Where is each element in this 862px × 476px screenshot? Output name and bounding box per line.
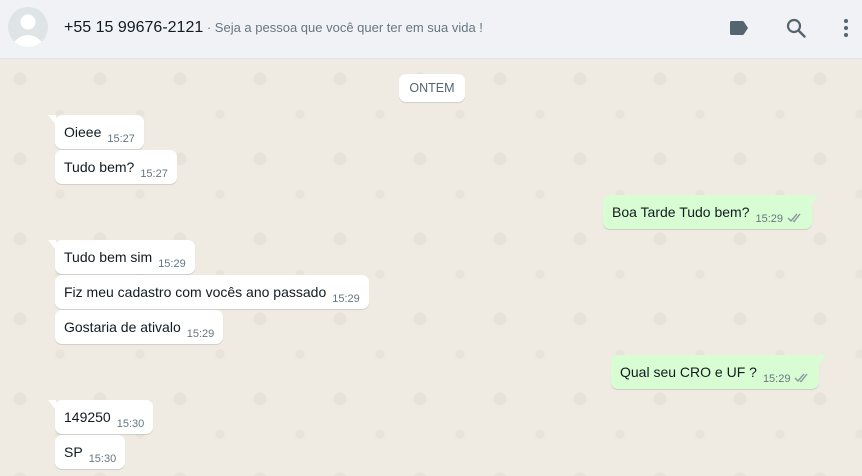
message-incoming[interactable]: 149250 15:30 — [48, 400, 154, 434]
message-text: Boa Tarde Tudo bem? — [612, 204, 750, 220]
message-incoming[interactable]: Oieee 15:27 — [48, 115, 144, 149]
contact-phone: +55 15 99676-2121 — [64, 19, 204, 36]
message-time: 15:29 — [755, 213, 784, 225]
search-icon[interactable] — [784, 16, 808, 40]
message-time: 15:29 — [186, 328, 215, 340]
message-text: Oieee — [64, 124, 102, 140]
message-outgoing[interactable]: Boa Tarde Tudo bem? 15:29 — [603, 195, 820, 229]
double-check-icon — [794, 373, 809, 383]
chat-header: +55 15 99676-2121 · Seja a pessoa que vo… — [0, 0, 862, 59]
menu-icon[interactable] — [834, 16, 858, 40]
message-incoming[interactable]: Fiz meu cadastro com vocês ano passado 15… — [55, 275, 369, 309]
message-incoming[interactable]: Tudo bem? 15:27 — [55, 150, 177, 184]
message-time: 15:27 — [140, 168, 168, 180]
message-time: 15:27 — [107, 133, 135, 145]
contact-avatar[interactable] — [8, 7, 48, 47]
message-text: Qual seu CRO e UF ? — [620, 364, 757, 380]
message-time: 15:29 — [332, 293, 360, 305]
message-text: SP — [64, 444, 83, 460]
message-time: 15:30 — [88, 453, 117, 465]
bubble-tail — [811, 195, 820, 205]
message-outgoing[interactable]: Qual seu CRO e UF ? 15:29 — [611, 355, 827, 389]
default-avatar-icon — [8, 7, 48, 47]
label-icon[interactable] — [727, 16, 751, 40]
message-incoming[interactable]: Gostaria de ativalo 15:29 — [55, 310, 224, 344]
bubble-tail — [48, 240, 56, 250]
message-text: Tudo bem? — [64, 159, 135, 175]
bubble-tail — [48, 400, 56, 410]
message-text: Gostaria de ativalo — [64, 319, 181, 335]
bubble-tail — [818, 355, 827, 365]
double-check-icon — [787, 213, 801, 223]
bubble-tail — [48, 115, 56, 125]
message-text: Tudo bem sim — [64, 249, 153, 265]
contact-status: · Seja a pessoa que você quer ter em sua… — [203, 20, 483, 35]
message-time: 15:29 — [762, 373, 791, 385]
message-list[interactable]: ONTEM Oieee 15:27 Tudo bem? 15:27 Boa Tard… — [0, 59, 862, 476]
message-incoming[interactable]: SP 15:30 — [55, 435, 126, 469]
message-time: 15:29 — [158, 258, 186, 270]
contact-title[interactable]: +55 15 99676-2121 · Seja a pessoa que vo… — [64, 19, 483, 37]
date-divider: ONTEM — [399, 74, 465, 102]
message-text: Fiz meu cadastro com vocês ano passado — [64, 284, 327, 300]
message-incoming[interactable]: Tudo bem sim 15:29 — [48, 240, 195, 274]
message-time: 15:30 — [116, 418, 145, 430]
message-text: 149250 — [64, 409, 111, 425]
